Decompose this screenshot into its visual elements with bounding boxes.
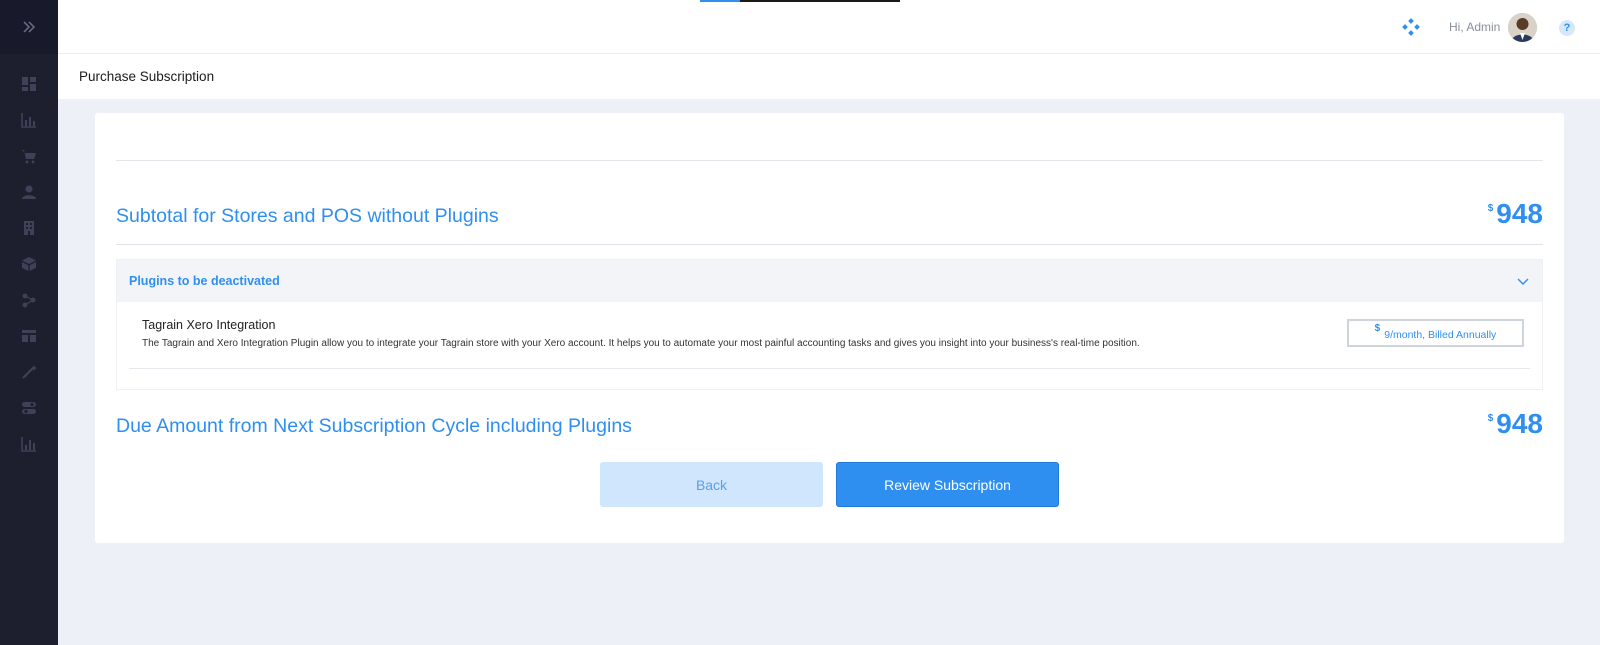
sidebar-item-dashboard[interactable] <box>9 71 49 97</box>
apps-icon[interactable] <box>1402 18 1420 36</box>
currency-symbol: $ <box>1487 413 1494 424</box>
cart-icon <box>22 150 36 164</box>
top-bar: Hi, Admin ? <box>58 0 1600 54</box>
sidebar <box>0 0 58 645</box>
due-amount-label: Due Amount from Next Subscription Cycle … <box>116 415 632 437</box>
plugin-price-text: 9/month, Billed Annually <box>1384 329 1497 341</box>
plugins-accordion-header[interactable]: Plugins to be deactivated <box>117 260 1542 302</box>
page-title: Purchase Subscription <box>79 69 215 84</box>
back-button[interactable]: Back <box>600 462 823 507</box>
due-amount: $ 948 <box>1488 410 1543 438</box>
page-header: Purchase Subscription <box>58 54 1600 99</box>
sidebar-item-tools[interactable] <box>9 359 49 385</box>
sidebar-item-settings[interactable] <box>9 395 49 421</box>
subscription-summary-card: Subtotal for Stores and POS without Plug… <box>95 113 1564 543</box>
sidebar-item-products[interactable] <box>9 251 49 277</box>
reports-icon <box>21 437 36 452</box>
sidebar-item-integrations[interactable] <box>9 287 49 313</box>
loading-progress-bar <box>700 0 900 2</box>
loading-progress-fill <box>700 0 740 2</box>
table-icon <box>22 330 36 342</box>
sidebar-item-users[interactable] <box>9 179 49 205</box>
plugins-section-label: Plugins to be deactivated <box>129 274 280 288</box>
double-chevron-right-icon <box>23 21 36 33</box>
user-greeting: Hi, Admin <box>1449 20 1501 34</box>
plugin-description: The Tagrain and Xero Integration Plugin … <box>142 338 1140 349</box>
building-icon <box>24 221 34 235</box>
box-icon <box>22 257 36 271</box>
due-value: 948 <box>1496 408 1543 439</box>
dashboard-icon <box>22 77 36 91</box>
divider <box>129 368 1530 369</box>
currency-symbol: $ <box>1374 323 1381 334</box>
avatar[interactable] <box>1508 13 1537 42</box>
analytics-icon <box>21 113 36 128</box>
plugins-to-deactivate-panel: Plugins to be deactivated Tagrain Xero I… <box>116 259 1543 390</box>
subtotal-amount: $ 948 <box>1488 200 1543 228</box>
user-icon <box>22 185 36 199</box>
sidebar-item-layout[interactable] <box>9 323 49 349</box>
review-subscription-button[interactable]: Review Subscription <box>836 462 1059 507</box>
sidebar-item-analytics[interactable] <box>9 107 49 133</box>
help-icon[interactable]: ? <box>1559 20 1575 36</box>
avatar-image <box>1508 13 1537 42</box>
sidebar-item-cart[interactable] <box>9 143 49 169</box>
sidebar-expand-button[interactable] <box>0 0 58 54</box>
divider <box>116 244 1543 245</box>
plugin-price: $ 9/month, Billed Annually <box>1347 319 1524 347</box>
sidebar-item-reports[interactable] <box>9 431 49 457</box>
chevron-down-icon[interactable] <box>1516 274 1530 288</box>
sidebar-item-stores[interactable] <box>9 215 49 241</box>
currency-symbol: $ <box>1487 203 1494 214</box>
subtotal-value: 948 <box>1496 198 1543 229</box>
magic-wand-icon <box>22 365 37 379</box>
divider <box>116 160 1543 161</box>
integrations-icon <box>22 293 36 308</box>
subtotal-label: Subtotal for Stores and POS without Plug… <box>116 205 499 227</box>
toggle-settings-icon <box>22 402 36 414</box>
plugin-name: Tagrain Xero Integration <box>142 318 276 332</box>
